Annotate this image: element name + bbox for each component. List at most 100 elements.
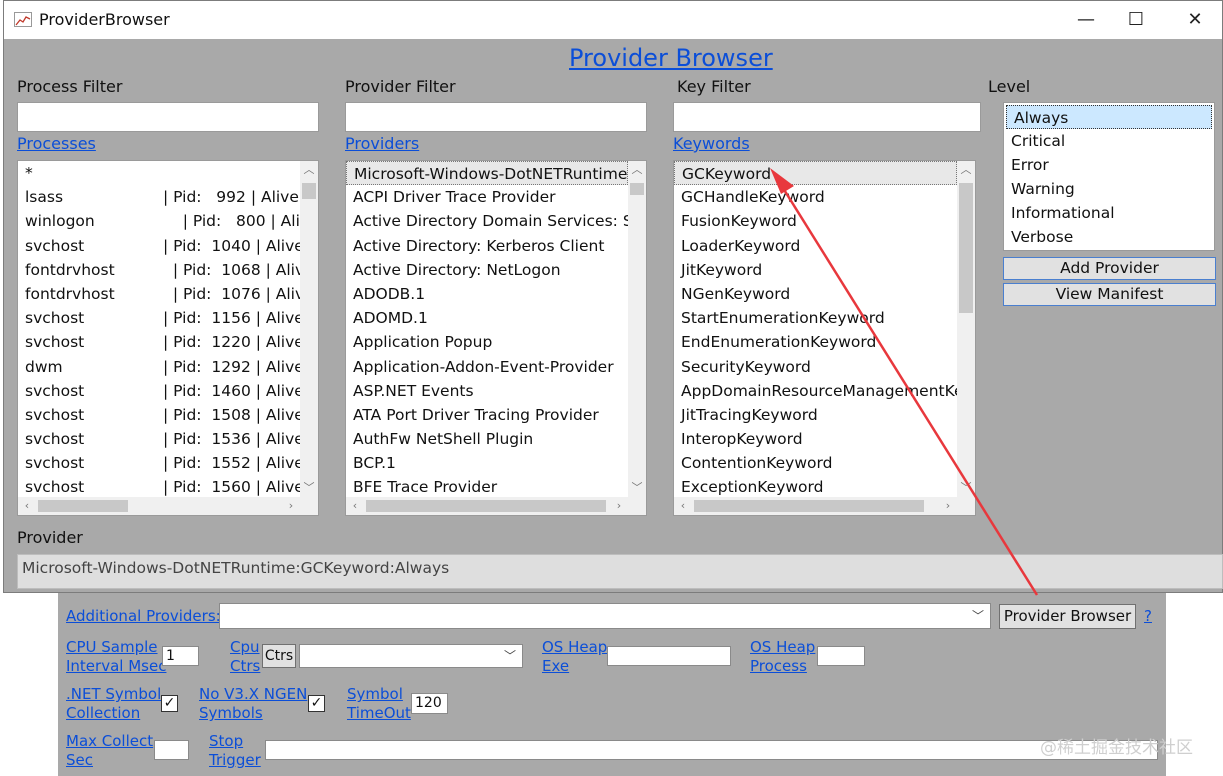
level-list-item[interactable]: Warning	[1004, 177, 1214, 201]
provider-list-item[interactable]: ADOMD.1	[346, 306, 628, 330]
keyword-list-item[interactable]: ExceptionKeyword	[674, 475, 957, 497]
stop-trigger-input[interactable]	[265, 740, 1158, 760]
close-button[interactable]: ✕	[1172, 5, 1218, 35]
net-symbol-link-1[interactable]: .NET Symbol	[66, 685, 161, 704]
level-list-item[interactable]: Critical	[1004, 129, 1214, 153]
scroll-thumb[interactable]	[959, 183, 973, 313]
os-heap-process-link-1[interactable]: OS Heap	[750, 638, 815, 657]
no-ngen-link-2[interactable]: Symbols	[199, 704, 263, 723]
scroll-thumb[interactable]	[366, 500, 606, 512]
provider-browser-button[interactable]: Provider Browser	[999, 604, 1136, 629]
max-collect-link-2[interactable]: Sec	[66, 751, 93, 770]
process-list-item[interactable]: svchost | Pid: 1536 | Alive:	[18, 427, 300, 451]
keyword-list-item[interactable]: JitKeyword	[674, 258, 957, 282]
process-list-item[interactable]: *	[18, 161, 300, 185]
process-list[interactable]: * lsass | Pid: 992 | Alive: 41 winlogon | P…	[17, 160, 319, 516]
add-provider-button[interactable]: Add Provider	[1003, 257, 1216, 280]
provider-list-hscroll[interactable]: ‹ ›	[346, 497, 628, 515]
net-symbol-link-2[interactable]: Collection	[66, 704, 140, 723]
process-list-item[interactable]: svchost | Pid: 1508 | Alive:	[18, 403, 300, 427]
ctrs-button[interactable]: Ctrs	[262, 644, 296, 668]
level-list-item[interactable]: Verbose	[1004, 225, 1214, 249]
provider-list-item[interactable]: AuthFw NetShell Plugin	[346, 427, 628, 451]
scroll-thumb[interactable]	[630, 183, 644, 195]
scroll-left-icon[interactable]: ‹	[18, 497, 36, 515]
scroll-down-icon[interactable]: ﹀	[300, 479, 318, 497]
symbol-timeout-link-2[interactable]: TimeOut	[347, 704, 411, 723]
process-list-item[interactable]: svchost | Pid: 1220 | Alive:	[18, 330, 300, 354]
provider-list[interactable]: Microsoft-Windows-DotNETRuntime ACPI Driv…	[345, 160, 647, 516]
provider-list-item[interactable]: Active Directory Domain Services: SAM	[346, 209, 628, 233]
max-collect-link-1[interactable]: Max Collect	[66, 732, 153, 751]
process-list-item[interactable]: svchost | Pid: 1156 | Alive:	[18, 306, 300, 330]
process-list-item[interactable]: fontdrvhost | Pid: 1076 | Alive	[18, 282, 300, 306]
provider-list-item[interactable]: Active Directory: NetLogon	[346, 258, 628, 282]
os-heap-process-input[interactable]	[817, 646, 865, 666]
cpu-sample-link-2[interactable]: Interval Msec	[66, 657, 166, 676]
keywords-link[interactable]: Keywords	[673, 134, 750, 153]
help-link[interactable]: ?	[1144, 607, 1152, 626]
symbol-timeout-link-1[interactable]: Symbol	[347, 685, 403, 704]
keyword-list-item[interactable]: FusionKeyword	[674, 209, 957, 233]
provider-list-item[interactable]: ATA Port Driver Tracing Provider	[346, 403, 628, 427]
keyword-list-item[interactable]: LoaderKeyword	[674, 234, 957, 258]
net-symbol-checkbox[interactable]: ✓	[161, 695, 178, 712]
provider-list-item[interactable]: Application-Addon-Event-Provider	[346, 355, 628, 379]
os-heap-exe-link-1[interactable]: OS Heap	[542, 638, 607, 657]
scroll-down-icon[interactable]: ﹀	[628, 479, 646, 497]
cpu-sample-link-1[interactable]: CPU Sample	[66, 638, 158, 657]
provider-list-item[interactable]: ADODB.1	[346, 282, 628, 306]
scroll-down-icon[interactable]: ﹀	[957, 479, 975, 497]
process-filter-input[interactable]	[17, 102, 319, 132]
process-list-item[interactable]: svchost | Pid: 1460 | Alive:	[18, 379, 300, 403]
provider-list-item[interactable]: Active Directory: Kerberos Client	[346, 234, 628, 258]
process-list-vscroll[interactable]: ︿ ﹀	[300, 161, 318, 497]
process-list-item[interactable]: svchost | Pid: 1040 | Alive:	[18, 234, 300, 258]
keyword-list-item[interactable]: ContentionKeyword	[674, 451, 957, 475]
process-list-item[interactable]: dwm | Pid: 1292 | Alive:	[18, 355, 300, 379]
provider-filter-input[interactable]	[345, 102, 647, 132]
cpu-ctrs-combo[interactable]: ﹀	[299, 644, 523, 668]
provider-list-item[interactable]: ACPI Driver Trace Provider	[346, 185, 628, 209]
keyword-list-vscroll[interactable]: ︿ ﹀	[957, 161, 975, 497]
processes-link[interactable]: Processes	[17, 134, 96, 153]
provider-list-item[interactable]: BCP.1	[346, 451, 628, 475]
providers-link[interactable]: Providers	[345, 134, 419, 153]
process-list-item[interactable]: svchost | Pid: 1552 | Alive:	[18, 451, 300, 475]
scroll-thumb[interactable]	[302, 183, 316, 199]
no-ngen-checkbox[interactable]: ✓	[308, 695, 325, 712]
scroll-right-icon[interactable]: ›	[939, 497, 957, 515]
provider-browser-heading-link[interactable]: Provider Browser	[569, 44, 773, 72]
keyword-list-item[interactable]: EndEnumerationKeyword	[674, 330, 957, 354]
keyword-list-item[interactable]: JitTracingKeyword	[674, 403, 957, 427]
scroll-left-icon[interactable]: ‹	[674, 497, 692, 515]
provider-list-item[interactable]: Application Popup	[346, 330, 628, 354]
os-heap-process-link-2[interactable]: Process	[750, 657, 807, 676]
scroll-up-icon[interactable]: ︿	[628, 161, 646, 179]
provider-result-field[interactable]: Microsoft-Windows-DotNETRuntime:GCKeywor…	[17, 554, 1223, 589]
keyword-list-item[interactable]: AppDomainResourceManagementKeyword	[674, 379, 957, 403]
keyword-list-item[interactable]: GCKeyword	[674, 161, 957, 186]
provider-list-vscroll[interactable]: ︿ ﹀	[628, 161, 646, 497]
provider-list-item[interactable]: ASP.NET Events	[346, 379, 628, 403]
process-list-item[interactable]: svchost | Pid: 1560 | Alive:	[18, 475, 300, 497]
level-list-item[interactable]: Error	[1004, 153, 1214, 177]
cpu-ctrs-link-2[interactable]: Ctrs	[230, 657, 260, 676]
no-ngen-link-1[interactable]: No V3.X NGEN	[199, 685, 307, 704]
keyword-list-item[interactable]: GCHandleKeyword	[674, 185, 957, 209]
minimize-button[interactable]: —	[1063, 5, 1109, 35]
keyword-list-item[interactable]: SecurityKeyword	[674, 355, 957, 379]
keyword-list-item[interactable]: StartEnumerationKeyword	[674, 306, 957, 330]
stop-trigger-link-2[interactable]: Trigger	[209, 751, 261, 770]
cpu-ctrs-link-1[interactable]: Cpu	[230, 638, 260, 657]
process-list-hscroll[interactable]: ‹ ›	[18, 497, 300, 515]
scroll-up-icon[interactable]: ︿	[957, 161, 975, 179]
scroll-thumb[interactable]	[38, 500, 128, 512]
provider-list-item[interactable]: Microsoft-Windows-DotNETRuntime	[346, 161, 628, 186]
view-manifest-button[interactable]: View Manifest	[1003, 283, 1216, 306]
level-list-item[interactable]: Informational	[1004, 201, 1214, 225]
stop-trigger-link-1[interactable]: Stop	[209, 732, 243, 751]
provider-list-item[interactable]: BFE Trace Provider	[346, 475, 628, 497]
level-list-item[interactable]: Always	[1006, 105, 1212, 129]
os-heap-exe-input[interactable]	[607, 646, 731, 666]
